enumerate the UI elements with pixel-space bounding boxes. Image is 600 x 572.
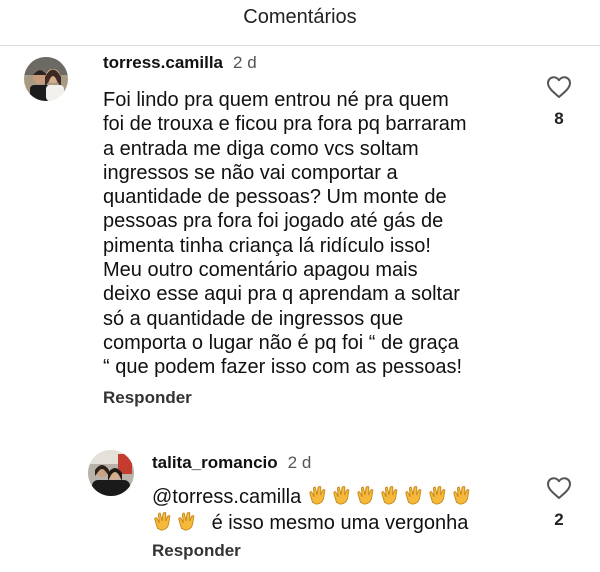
like-count: 2 [554, 510, 564, 529]
comment-line: @torress.camilla [152, 484, 475, 510]
clapping-hands-icon [357, 485, 374, 505]
clapping-hands-icon [309, 485, 326, 505]
clapping-hands-icon [453, 485, 470, 505]
comment-text: @torress.camilla é isso mesmo uma vergon… [152, 484, 475, 536]
heart-outline-icon[interactable] [546, 476, 572, 500]
clapping-hands-icon [178, 511, 195, 531]
comment-line: é isso mesmo uma vergonha [152, 510, 475, 536]
clapping-hands-icon [381, 485, 398, 505]
comment-meta: talita_romancio 2 d [152, 453, 311, 473]
clap-emoji-group [307, 485, 475, 508]
timestamp: 2 d [287, 453, 312, 472]
username[interactable]: talita_romancio [152, 453, 278, 472]
avatar[interactable] [88, 450, 134, 496]
clapping-hands-icon [429, 485, 446, 505]
reply-button[interactable]: Responder [152, 541, 241, 561]
comment-text-tail: é isso mesmo uma vergonha [211, 512, 469, 534]
reply-comment-item: talita_romancio 2 d @torress.camilla é is… [0, 0, 600, 572]
clapping-hands-icon [154, 511, 171, 531]
clapping-hands-icon [333, 485, 350, 505]
like-column: 2 [539, 476, 579, 530]
clapping-hands-icon [405, 485, 422, 505]
avatar-photo [88, 450, 134, 496]
mention-link[interactable]: @torress.camilla [152, 486, 301, 508]
